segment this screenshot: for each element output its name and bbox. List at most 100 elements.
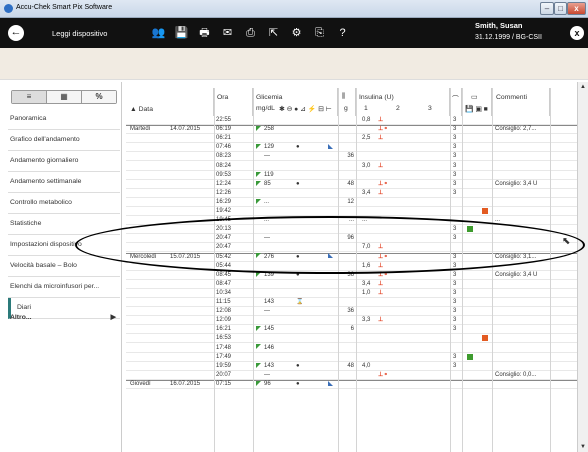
row-carbs [338,334,354,343]
export-icon[interactable]: ⇱ [262,26,285,40]
row-date [170,271,214,280]
row-basal: 3 [453,180,457,187]
sidebar-item-4[interactable]: Controllo metabolico [8,193,120,214]
email-icon[interactable]: ✉ [216,26,239,40]
row-event-icon [296,207,306,216]
row-insulin: 1,0 [362,289,371,296]
row-event-icon: ● [296,180,300,187]
close-patient-button[interactable]: x [570,26,584,40]
list-view-button[interactable]: ≡ [12,91,47,103]
row-comment [495,334,551,343]
table-row[interactable]: 12:09 3,3 ⊥ 3 [126,316,577,326]
table-row[interactable]: 07:46 129 ● 3 [126,143,577,153]
row-time: 08:47 [216,280,232,287]
device-icon[interactable]: ⎘ [308,26,331,40]
save-icon[interactable]: 💾 [170,26,193,40]
row-glucose [264,207,288,216]
row-time: 19:59 [216,362,232,369]
help-icon[interactable]: ? [331,26,354,40]
table-row[interactable]: 16:21 145 6 3 [126,325,577,335]
grid-view-button[interactable]: ▦ [47,91,82,103]
table-row[interactable]: 06:21 2,5 ⊥ 3 [126,134,577,144]
row-carbs: 48 [347,180,354,187]
row-insulin [362,143,378,152]
table-row[interactable]: 20:07 — ⊥⚬ Consiglio: 0,0... [126,371,577,380]
pdf-icon[interactable]: ⎙ [239,26,262,40]
insulin-bolus-icon [378,152,392,161]
row-basal: 3 [453,153,457,160]
row-carbs [338,280,354,289]
row-basal: 3 [453,171,457,178]
table-row[interactable]: Martedì 14.07.2015 06:19 258 ⊥⚬ 3 Consiglio: 2… [126,125,577,135]
percent-view-button[interactable]: % [82,91,116,103]
sidebar-item-2[interactable]: Andamento giornaliero [8,151,120,172]
glucose-flag-icon [256,171,263,180]
table-row[interactable]: 12:08 — 36 3 [126,307,577,317]
row-glucose: 143 [264,299,275,305]
row-time: 09:53 [216,171,232,178]
table-row[interactable]: 08:24 3,0 ⊥ 3 [126,162,577,171]
row-insulin [362,334,378,343]
more-menu[interactable]: Altro... ▶ [8,308,120,329]
header-date-label: ▲ Data [130,106,153,113]
scroll-up-icon[interactable]: ▲ [578,82,588,92]
row-comment [495,207,551,216]
row-glucose [264,289,288,298]
table-row[interactable]: 19:59 143 ● 48 4,0 3 [126,362,577,371]
row-basal: 3 [453,308,457,315]
row-glucose: ... [264,198,270,205]
row-day [130,325,168,334]
settings-icon[interactable]: ⚙ [285,26,308,40]
table-row[interactable]: 22:55 0,8 ⊥ 3 [126,116,577,126]
sidebar-item-7[interactable]: Velocità basale – Bolo [8,256,120,277]
row-basal: 3 [453,280,457,287]
row-event-icon [296,325,306,334]
row-date [170,316,214,325]
row-day [130,362,168,371]
table-row[interactable]: 09:53 119 3 [126,171,577,180]
row-date [170,207,214,216]
table-row[interactable]: 11:15 143 ⌛ 3 [126,298,577,308]
row-glucose: 145 [264,326,275,333]
maximize-button[interactable]: □ [554,2,567,15]
table-row[interactable]: 16:29... 12 [126,198,577,207]
table-row[interactable]: 08:47 3,4 ⊥ 3 [126,280,577,289]
insulin-col-2: 2 [396,105,400,112]
sidebar-item-8[interactable]: Elenchi da microinfusori per... [8,277,120,298]
row-event-icon [296,307,306,316]
glucose-flag-icon [256,180,263,189]
insulin-bolus-icon [378,362,392,371]
row-insulin [362,307,378,316]
users-icon[interactable]: 👥 [147,26,170,40]
table-row[interactable]: 16:53 [126,334,577,344]
scroll-down-icon[interactable]: ▼ [578,442,588,452]
table-row[interactable]: 12:24 85 ● 48 ⊥⚬ 3 Consiglio: 3,4 U [126,180,577,189]
table-row[interactable]: 10:34 1,0 ⊥ 3 [126,289,577,298]
read-device-button[interactable]: Leggi dispositivo [52,29,107,38]
sidebar-item-3[interactable]: Andamento settimanale [8,172,120,193]
header-date[interactable]: ▲ Data [126,88,214,116]
table-row[interactable]: 08:23 — 36 3 [126,152,577,162]
print-icon[interactable]: 🖶 [193,26,216,40]
close-window-button[interactable]: x [567,2,586,15]
chevron-right-icon: ▶ [110,314,116,321]
header-time[interactable]: Ora [214,88,253,116]
table-row[interactable]: 12:26 3,4 ⊥ 3 [126,189,577,198]
row-time: 20:07 [216,371,232,378]
minimize-button[interactable]: – [540,2,554,15]
back-button[interactable]: ← [8,25,24,41]
row-insulin: 3,3 [362,317,371,324]
glucose-flag-icon [256,362,263,371]
table-row[interactable]: Giovedì 16.07.2015 07:15 96 ● [126,379,577,389]
table-row[interactable]: 17:49 3 [126,353,577,362]
sidebar-item-0[interactable]: Panoramica [8,109,120,130]
table-row[interactable]: 19:42 [126,207,577,217]
row-comment [495,353,551,362]
main-toolbar: ← Leggi dispositivo 👥 💾 🖶 ✉ ⎙ ⇱ ⚙ ⎘? Smith, Sus… [0,18,588,48]
row-glucose [264,116,288,125]
row-day [130,207,168,216]
row-date [170,171,214,180]
vertical-scrollbar[interactable]: ▲ ▼ [577,82,588,452]
sidebar-item-1[interactable]: Grafico dell'andamento [8,130,120,151]
table-row[interactable]: 17:48 146 [126,344,577,353]
